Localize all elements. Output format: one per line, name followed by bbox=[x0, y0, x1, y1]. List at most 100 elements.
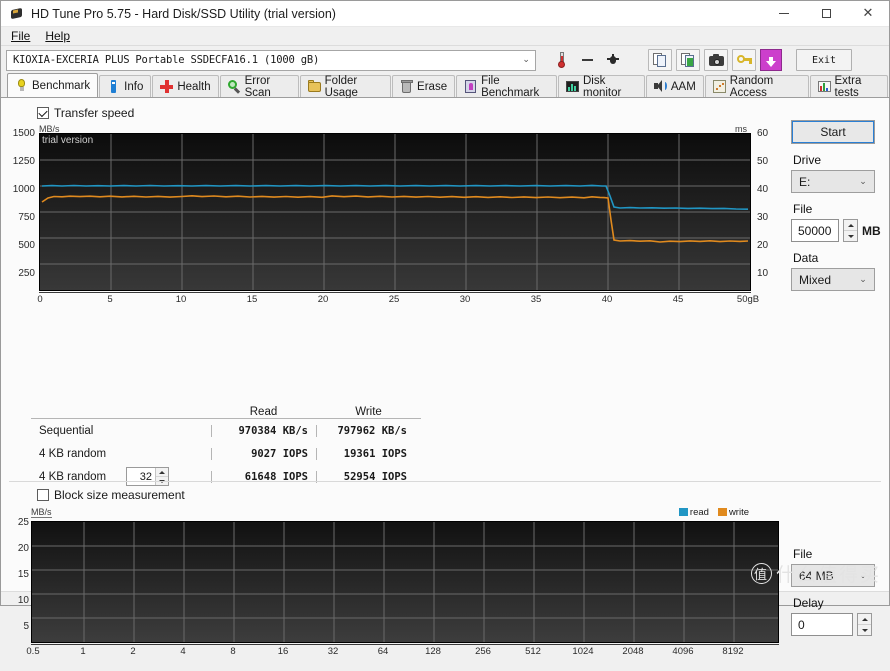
x-tick-bottom: 0.5 bbox=[26, 646, 40, 657]
y-tick-bottom: 5 bbox=[23, 621, 29, 632]
tab-file-benchmark[interactable]: File Benchmark bbox=[456, 74, 557, 99]
delay-up[interactable] bbox=[858, 614, 871, 625]
queue-depth-stepper[interactable]: 32 bbox=[126, 467, 169, 486]
tab-bar: Benchmark Info Health Error Scan Folder … bbox=[1, 73, 889, 99]
x-tick-bottom: 8192 bbox=[722, 646, 744, 657]
tab-label: Disk monitor bbox=[582, 74, 622, 99]
tab-error-scan[interactable]: Error Scan bbox=[219, 75, 299, 99]
transfer-speed-chart: MB/s ms 1500 1250 1000 750 500 250 60 50… bbox=[9, 122, 789, 305]
thermometer-icon bbox=[550, 49, 572, 71]
transfer-speed-checkbox-row[interactable]: Transfer speed bbox=[37, 106, 881, 120]
x-tick: 30 bbox=[459, 294, 471, 305]
trial-version-watermark: trial version bbox=[42, 135, 94, 146]
x-tick-bottom: 2 bbox=[130, 646, 136, 657]
copy-icon-button[interactable] bbox=[648, 49, 672, 71]
delay-down[interactable] bbox=[858, 625, 871, 635]
watermark-logo-icon: 值 bbox=[750, 563, 772, 584]
delay-row: 0 bbox=[791, 613, 883, 636]
minimize-button[interactable] bbox=[763, 1, 805, 27]
start-button[interactable]: Start bbox=[791, 120, 875, 144]
x-tick-bottom: 32 bbox=[327, 646, 339, 657]
delay-input[interactable]: 0 bbox=[791, 613, 853, 636]
y-tick-left: 1500 bbox=[12, 128, 35, 139]
delay-stepper[interactable] bbox=[857, 613, 872, 636]
download-icon-button[interactable] bbox=[760, 49, 782, 71]
x-tick: 45 bbox=[672, 294, 684, 305]
file-size-label: File bbox=[793, 202, 813, 216]
exit-button[interactable]: Exit bbox=[796, 49, 852, 71]
tab-extra-tests[interactable]: Extra tests bbox=[809, 75, 888, 99]
y-tick-left: 1000 bbox=[12, 184, 35, 195]
table-row: 4 KB random 9027 IOPS 19361 IOPS bbox=[31, 442, 421, 465]
x-axis-line-bottom bbox=[31, 644, 779, 645]
benchmark-panel: Transfer speed MB/s ms 1500 1250 1000 75… bbox=[1, 98, 889, 657]
x-tick-bottom: 16 bbox=[277, 646, 289, 657]
y-tick-left: 1250 bbox=[12, 156, 35, 167]
title-bar: HD Tune Pro 5.75 - Hard Disk/SSD Utility… bbox=[1, 1, 889, 27]
tab-disk-monitor[interactable]: Disk monitor bbox=[557, 74, 645, 99]
tab-label: File Benchmark bbox=[481, 74, 540, 99]
tab-benchmark[interactable]: Benchmark bbox=[7, 73, 99, 97]
chevron-down-icon: ⌄ bbox=[859, 176, 867, 187]
tab-label: Benchmark bbox=[32, 79, 91, 92]
file-size-input[interactable]: 50000 bbox=[791, 219, 839, 242]
menu-file[interactable]: File bbox=[9, 28, 39, 44]
app-icon bbox=[9, 6, 25, 22]
tab-label: Erase bbox=[417, 80, 448, 93]
tab-label: Random Access bbox=[729, 74, 774, 99]
x-tick: 20 bbox=[317, 294, 329, 305]
info-icon bbox=[107, 80, 120, 93]
x-axis-line bbox=[39, 292, 751, 293]
tab-aam[interactable]: AAM bbox=[645, 75, 704, 97]
close-button[interactable]: ✕ bbox=[847, 1, 889, 27]
x-tick: 40 bbox=[601, 294, 613, 305]
tab-erase[interactable]: Erase bbox=[392, 75, 456, 97]
file-size-stepper[interactable] bbox=[843, 219, 858, 242]
x-tick-bottom: 1024 bbox=[572, 646, 594, 657]
file-size-down[interactable] bbox=[844, 231, 857, 241]
file-size-unit: MB bbox=[862, 223, 881, 238]
tab-health[interactable]: Health bbox=[152, 75, 219, 97]
key-icon-button[interactable] bbox=[732, 49, 756, 71]
transfer-speed-checkbox[interactable] bbox=[37, 107, 49, 119]
block-size-plot-area bbox=[31, 521, 779, 643]
hd-tune-window: HD Tune Pro 5.75 - Hard Disk/SSD Utility… bbox=[0, 0, 890, 657]
section-divider bbox=[9, 481, 881, 482]
x-tick-bottom: 1 bbox=[80, 646, 86, 657]
copy-green-icon-button[interactable] bbox=[676, 49, 700, 71]
row-write-value: 19361 IOPS bbox=[316, 447, 421, 460]
y-tick-bottom: 25 bbox=[17, 517, 29, 528]
tab-random-access[interactable]: Random Access bbox=[704, 74, 809, 99]
queue-depth-up[interactable] bbox=[156, 468, 168, 477]
drive-select[interactable]: KIOXIA-EXCERIA PLUS Portable SSDECFA16.1… bbox=[6, 49, 536, 71]
speaker-icon bbox=[653, 80, 667, 93]
y-tick-left: 250 bbox=[18, 268, 35, 279]
tab-label: AAM bbox=[670, 80, 696, 93]
block-size-checkbox[interactable] bbox=[37, 489, 49, 501]
chart-legend: read write bbox=[678, 507, 749, 518]
tab-folder-usage[interactable]: Folder Usage bbox=[299, 75, 392, 99]
benchmark-results-table: Read Write Sequential 970384 KB/s 797962… bbox=[31, 400, 421, 488]
y-tick-right: 20 bbox=[757, 240, 769, 251]
menu-bar: File Help bbox=[1, 27, 889, 46]
file-size-up[interactable] bbox=[844, 220, 857, 231]
row-read-value: 9027 IOPS bbox=[211, 447, 316, 460]
x-tick-bottom: 64 bbox=[377, 646, 389, 657]
magnifier-icon bbox=[227, 80, 241, 94]
legend-write: write bbox=[717, 507, 749, 518]
table-row: Sequential 970384 KB/s 797962 KB/s bbox=[31, 419, 421, 442]
drive-letter-select[interactable]: E: ⌄ bbox=[791, 170, 875, 193]
x-tick-bottom: 512 bbox=[525, 646, 541, 657]
random-icon bbox=[712, 80, 726, 93]
camera-icon-button[interactable] bbox=[704, 49, 728, 71]
tab-info[interactable]: Info bbox=[99, 75, 152, 97]
menu-help[interactable]: Help bbox=[43, 28, 79, 44]
block-size-label: Block size measurement bbox=[54, 488, 185, 502]
extra-tests-icon bbox=[817, 80, 831, 93]
x-tick: 5 bbox=[107, 294, 113, 305]
maximize-button[interactable] bbox=[805, 1, 847, 27]
x-tick-bottom: 128 bbox=[425, 646, 441, 657]
data-pattern-select[interactable]: Mixed ⌄ bbox=[791, 268, 875, 291]
x-tick: 10 bbox=[175, 294, 187, 305]
block-size-checkbox-row[interactable]: Block size measurement bbox=[37, 488, 185, 502]
